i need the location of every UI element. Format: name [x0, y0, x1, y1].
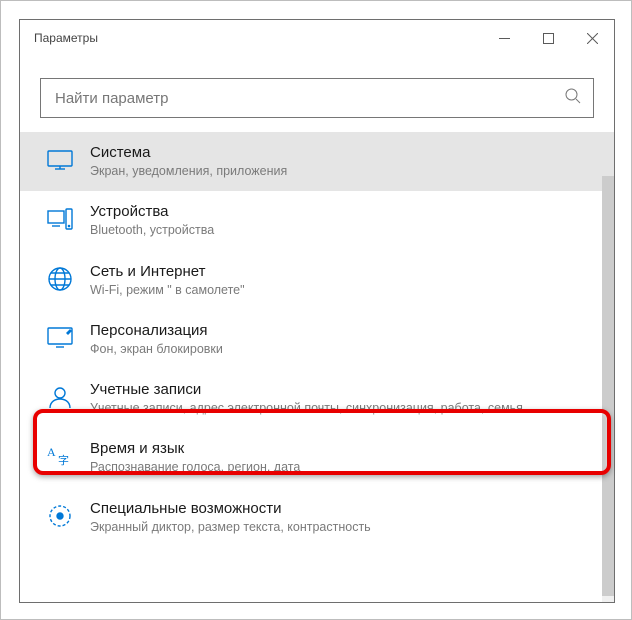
window-title: Параметры: [34, 31, 482, 45]
titlebar: Параметры: [20, 20, 614, 56]
settings-item-title: Учетные записи: [90, 381, 523, 398]
settings-item-sub: Bluetooth, устройства: [90, 222, 214, 238]
settings-item-labels: Специальные возможности Экранный диктор,…: [90, 500, 371, 535]
settings-item-sub: Экранный диктор, размер текста, контраст…: [90, 519, 371, 535]
close-button[interactable]: [570, 20, 614, 56]
settings-item-labels: Учетные записи Учетные записи, адрес эле…: [90, 381, 523, 416]
search-placeholder: Найти параметр: [55, 90, 565, 107]
accounts-icon: [46, 383, 74, 411]
settings-item-sub: Фон, экран блокировки: [90, 341, 223, 357]
maximize-button[interactable]: [526, 20, 570, 56]
settings-item-sub: Распознавание голоса, регион, дата: [90, 459, 300, 475]
minimize-icon: [499, 33, 510, 44]
svg-text:字: 字: [58, 453, 69, 467]
settings-window: Параметры Найти параметр: [19, 19, 615, 603]
scrollbar-track[interactable]: [602, 176, 614, 603]
search-input[interactable]: Найти параметр: [40, 78, 594, 118]
minimize-button[interactable]: [482, 20, 526, 56]
settings-item-title: Специальные возможности: [90, 500, 371, 517]
settings-item-labels: Устройства Bluetooth, устройства: [90, 203, 214, 238]
timelang-icon: A字: [46, 442, 74, 470]
settings-item-labels: Персонализация Фон, экран блокировки: [90, 322, 223, 357]
settings-item-timelang[interactable]: A字 Время и язык Распознавание голоса, ре…: [20, 428, 614, 487]
settings-item-ease[interactable]: Специальные возможности Экранный диктор,…: [20, 488, 614, 547]
personalization-icon: [46, 324, 74, 352]
settings-item-accounts[interactable]: Учетные записи Учетные записи, адрес эле…: [20, 369, 614, 428]
settings-item-system[interactable]: Система Экран, уведомления, приложения: [20, 132, 614, 191]
settings-item-title: Время и язык: [90, 440, 300, 457]
settings-item-personalization[interactable]: Персонализация Фон, экран блокировки: [20, 310, 614, 369]
content-area: Найти параметр Система Экран, уведомлени…: [20, 56, 614, 602]
settings-item-labels: Время и язык Распознавание голоса, регио…: [90, 440, 300, 475]
settings-item-network[interactable]: Сеть и Интернет Wi-Fi, режим " в самолет…: [20, 251, 614, 310]
scrollbar-thumb[interactable]: [602, 176, 614, 596]
settings-list: Система Экран, уведомления, приложения У…: [20, 132, 614, 547]
settings-item-labels: Система Экран, уведомления, приложения: [90, 144, 287, 179]
settings-item-sub: Учетные записи, адрес электронной почты,…: [90, 400, 523, 416]
outer-frame: Параметры Найти параметр: [0, 0, 632, 620]
search-icon: [565, 88, 581, 109]
devices-icon: [46, 205, 74, 233]
settings-item-labels: Сеть и Интернет Wi-Fi, режим " в самолет…: [90, 263, 245, 298]
network-icon: [46, 265, 74, 293]
settings-item-title: Устройства: [90, 203, 214, 220]
settings-item-title: Система: [90, 144, 287, 161]
settings-item-title: Сеть и Интернет: [90, 263, 245, 280]
settings-item-title: Персонализация: [90, 322, 223, 339]
settings-item-sub: Wi-Fi, режим " в самолете": [90, 282, 245, 298]
settings-item-devices[interactable]: Устройства Bluetooth, устройства: [20, 191, 614, 250]
svg-text:A: A: [47, 445, 56, 459]
ease-icon: [46, 502, 74, 530]
close-icon: [587, 33, 598, 44]
settings-item-sub: Экран, уведомления, приложения: [90, 163, 287, 179]
maximize-icon: [543, 33, 554, 44]
system-icon: [46, 146, 74, 174]
